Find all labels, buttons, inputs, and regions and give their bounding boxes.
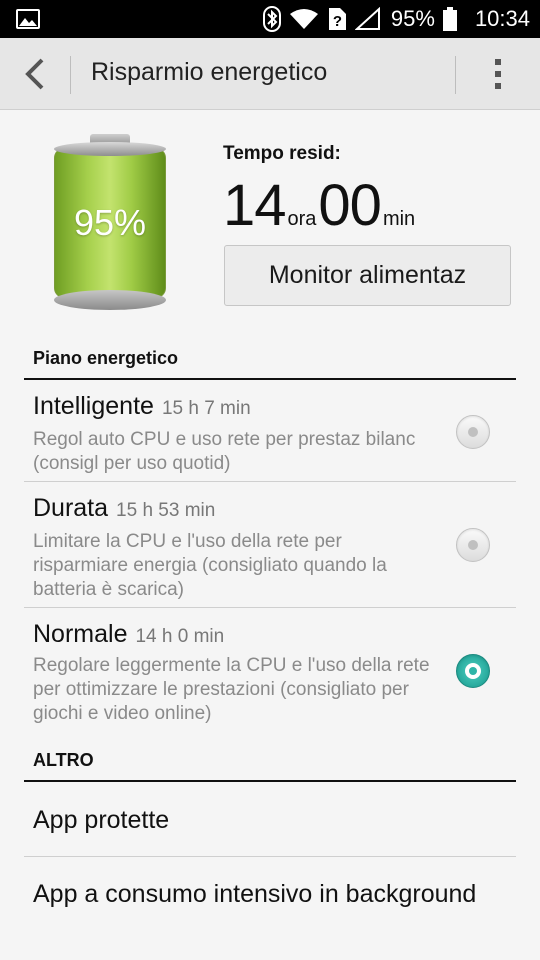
status-bar: ? 95% 10:34 [0, 0, 540, 38]
bluetooth-icon [262, 6, 281, 32]
back-button[interactable] [20, 56, 50, 92]
section-divider [24, 780, 516, 782]
section-header-power-plan: Piano energetico [33, 348, 179, 368]
background-intensive-apps-item[interactable]: App a consumo intensivo in background [33, 880, 508, 909]
plan-option-description: Limitare la CPU e l'uso della rete per r… [33, 531, 387, 600]
sim-unknown-icon: ? [328, 8, 346, 30]
section-divider [24, 378, 516, 380]
plan-option-durata[interactable]: Durata 15 h 53 min Limitare la CPU e l'us… [0, 494, 540, 606]
plan-option-time: 14 h 0 min [135, 626, 225, 647]
row-divider [24, 607, 516, 608]
plan-option-name: Intelligente [33, 392, 154, 420]
battery-graphic: 95% [48, 134, 172, 314]
remaining-minutes: 00 [318, 173, 382, 238]
wifi-icon [289, 9, 318, 29]
plan-option-name: Normale [33, 620, 128, 648]
remaining-hours: 14 [223, 173, 287, 238]
gallery-icon [16, 9, 40, 29]
plan-option-time: 15 h 7 min [161, 398, 251, 419]
plan-option-name: Durata [33, 494, 109, 522]
battery-level-text: 95% [73, 202, 147, 243]
row-divider [24, 856, 516, 857]
power-monitor-button[interactable]: Monitor alimentaz [224, 245, 511, 306]
toolbar-divider [455, 56, 456, 94]
plan-option-intelligente[interactable]: Intelligente 15 h 7 min Regol auto CPU e … [0, 392, 540, 480]
more-vert-icon [495, 59, 501, 65]
row-divider [24, 481, 516, 482]
back-arrow-icon [25, 58, 44, 90]
plan-option-description: Regolare leggermente la CPU e l'uso dell… [33, 655, 430, 724]
toolbar: Risparmio energetico [0, 38, 540, 110]
radio-durata[interactable] [456, 528, 490, 562]
battery-icon [442, 7, 457, 31]
plan-option-normale[interactable]: Normale 14 h 0 min Regolare leggermente l… [0, 620, 540, 732]
radio-intelligente[interactable] [456, 415, 490, 449]
signal-icon [354, 7, 380, 30]
plan-option-time: 15 h 53 min [116, 500, 216, 521]
section-header-other: ALTRO [33, 750, 94, 770]
plan-option-description: Regol auto CPU e uso rete per prestaz bi… [33, 429, 416, 474]
page-title: Risparmio energetico [91, 58, 328, 86]
overflow-menu-button[interactable] [486, 56, 510, 94]
radio-normale[interactable] [456, 654, 490, 688]
hours-unit: ora [287, 208, 317, 230]
minutes-unit: min [382, 208, 416, 230]
protected-apps-item[interactable]: App protette [33, 806, 508, 835]
clock-time: 10:34 [474, 6, 530, 31]
toolbar-divider [70, 56, 71, 94]
svg-text:?: ? [333, 13, 342, 30]
remaining-time-value: 14 ora00 min [223, 172, 417, 239]
battery-percent-text: 95% [390, 6, 435, 31]
remaining-time-label: Tempo resid: [223, 143, 341, 164]
